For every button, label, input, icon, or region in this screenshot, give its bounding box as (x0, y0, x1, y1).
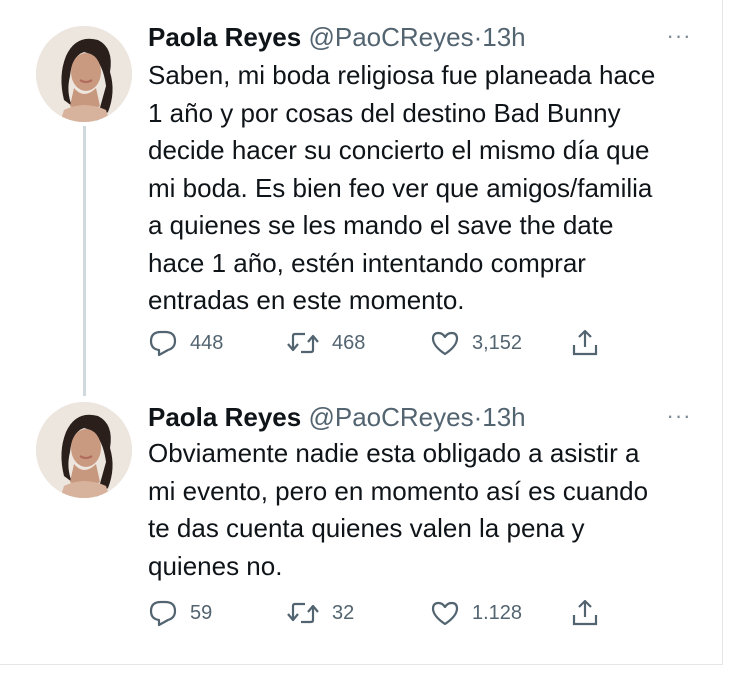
reply-icon (149, 330, 177, 357)
tweet-text: Obviamente nadie esta obligado a asistir… (148, 435, 708, 585)
reply-count: 59 (190, 601, 213, 624)
retweet-button[interactable]: 468 (286, 326, 365, 360)
tweet-text-line: decide hacer su concierto el mismo día q… (148, 135, 650, 165)
tweet-text-line: hace 1 año, estén intentando comprar (148, 247, 586, 278)
share-button[interactable] (570, 596, 600, 630)
reply-button[interactable]: 59 (148, 596, 212, 630)
avatar[interactable] (36, 26, 132, 122)
like-count: 3,152 (472, 331, 523, 354)
avatar[interactable] (36, 402, 132, 498)
like-button[interactable]: 3,152 (430, 326, 522, 360)
avatar-photo (36, 26, 132, 122)
avatar-photo (36, 402, 132, 498)
separator: · (473, 402, 483, 432)
tweet-text-line: te das cuenta quienes valen la pena y (148, 513, 585, 543)
like-button[interactable]: 1.128 (430, 596, 522, 630)
retweet-button[interactable]: 32 (286, 596, 354, 630)
tweet-actions: 448 468 3,152 (148, 326, 618, 360)
like-count: 1.128 (472, 601, 523, 624)
tweet-text-line: Obviamente nadie esta obligado a asistir… (148, 438, 640, 468)
retweet-count: 468 (332, 331, 366, 354)
tweet-header: Paola Reyes @PaoCReyes·13h (148, 22, 526, 52)
author-handle[interactable]: @PaoCReyes (308, 402, 473, 432)
tweet-text-line: 1 año y por cosas del destino Bad Bunny (148, 97, 621, 128)
tweet-thread: Paola Reyes @PaoCReyes·13h ··· Saben, mi… (0, 0, 723, 665)
share-icon (572, 329, 598, 356)
tweet-text: Saben, mi boda religiosa fue planeada ha… (148, 57, 708, 320)
tweet-actions: 59 32 1.128 (148, 596, 618, 630)
tweet-text-line: entradas en este momento. (148, 285, 465, 315)
author-name[interactable]: Paola Reyes (148, 402, 301, 432)
separator: · (473, 22, 483, 52)
more-icon[interactable]: ··· (666, 404, 692, 428)
more-icon[interactable]: ··· (666, 24, 692, 48)
tweet[interactable]: Paola Reyes @PaoCReyes·13h ··· Saben, mi… (0, 0, 722, 396)
timestamp[interactable]: 13h (482, 22, 525, 52)
tweet-text-line: a quienes se les mando el save the date (148, 210, 614, 240)
timestamp[interactable]: 13h (482, 402, 525, 432)
retweet-icon (287, 602, 319, 624)
tweet[interactable]: Paola Reyes @PaoCReyes·13h ··· Obviament… (0, 380, 722, 664)
share-icon (572, 599, 598, 626)
heart-icon (431, 331, 459, 356)
tweet-text-line: quienes no. (148, 550, 283, 581)
tweet-header: Paola Reyes @PaoCReyes·13h (148, 402, 526, 432)
retweet-count: 32 (332, 601, 355, 624)
tweet-text-line: mi evento, pero en momento así es cuando (148, 475, 649, 506)
author-handle[interactable]: @PaoCReyes (308, 22, 473, 52)
author-name[interactable]: Paola Reyes (148, 22, 301, 52)
share-button[interactable] (570, 326, 600, 360)
reply-icon (149, 600, 177, 627)
tweet-text-line: mi boda. Es bien feo ver que amigos/fami… (148, 172, 653, 203)
reply-button[interactable]: 448 (148, 326, 223, 360)
retweet-icon (287, 332, 319, 354)
tweet-text-line: Saben, mi boda religiosa fue planeada ha… (148, 60, 656, 90)
thread-connector-line (83, 126, 86, 396)
heart-icon (431, 601, 459, 626)
reply-count: 448 (190, 331, 224, 354)
